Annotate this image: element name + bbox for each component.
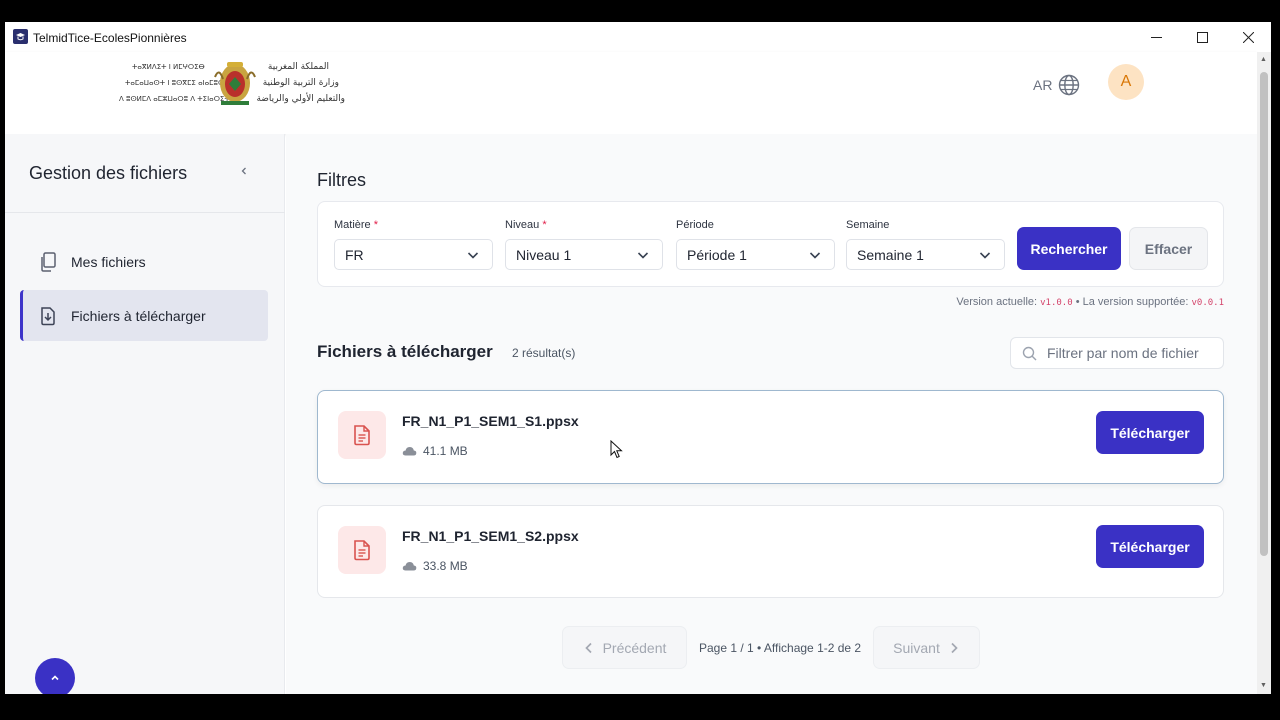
niveau-label: Niveau * <box>505 219 547 231</box>
file-filter-search[interactable] <box>1010 337 1224 369</box>
mouse-cursor-icon <box>610 440 623 459</box>
chevron-down-icon <box>979 252 991 259</box>
main-content: Filtres Matière * FR Niveau * Niveau 1 P… <box>286 134 1257 694</box>
chevron-up-icon <box>51 675 59 681</box>
previous-page-button[interactable]: Précédent <box>562 626 687 669</box>
app-header: ⵜⴰⴳⵍⴷⵉⵜ ⵏ ⵍⵎⵖⵔⵉⴱ ⵜⴰⵎⴰⵡⴰⵙⵜ ⵏ ⵓⵙⴳⵎⵉ ⴰⵏⴰⵎⵓⵔ… <box>5 52 1257 134</box>
close-icon <box>1242 31 1254 43</box>
results-count: 2 résultat(s) <box>512 346 576 360</box>
chevron-down-icon <box>637 252 649 259</box>
scroll-up-arrow-icon[interactable]: ▲ <box>1260 56 1267 63</box>
document-icon <box>338 411 386 459</box>
maximize-icon <box>1196 31 1208 43</box>
logo-tifinagh-line-3: ⴷ ⵓⵙⵍⵎⴷ ⴰⵎⵣⵡⴰⵔⵓ ⴷ ⵜⵉⵏⴰⵔⵉⵜ <box>119 95 230 103</box>
file-name: FR_N1_P1_SEM1_S1.ppsx <box>402 413 579 429</box>
scrollbar-thumb[interactable] <box>1260 72 1268 556</box>
periode-select[interactable]: Période 1 <box>676 239 835 270</box>
app-icon <box>13 29 28 44</box>
semaine-select[interactable]: Semaine 1 <box>846 239 1005 270</box>
file-card[interactable]: FR_N1_P1_SEM1_S1.ppsx 41.1 MB Télécharge… <box>317 390 1224 484</box>
file-size: 33.8 MB <box>402 559 468 573</box>
cloud-icon <box>402 446 417 456</box>
scroll-to-top-button[interactable] <box>35 658 75 694</box>
matiere-select[interactable]: FR <box>334 239 493 270</box>
matiere-label: Matière * <box>334 219 379 231</box>
chevron-down-icon <box>467 252 479 259</box>
periode-label: Période <box>676 219 714 231</box>
file-name: FR_N1_P1_SEM1_S2.ppsx <box>402 528 579 544</box>
supported-version: v0.0.1 <box>1191 298 1224 308</box>
chevron-down-icon <box>809 252 821 259</box>
app-window: TelmidTice-EcolesPionnières ⵜⴰⴳⵍⴷⵉⵜ ⵏ ⵍⵎ… <box>5 22 1271 694</box>
user-avatar[interactable]: A <box>1108 64 1144 100</box>
niveau-value: Niveau 1 <box>516 246 572 263</box>
download-button[interactable]: Télécharger <box>1096 525 1204 568</box>
sidebar-item-fichiers-a-telecharger[interactable]: Fichiers à télécharger <box>20 290 268 341</box>
filters-card: Matière * FR Niveau * Niveau 1 Période P… <box>317 201 1224 287</box>
chevron-right-icon <box>951 642 958 653</box>
file-size: 41.1 MB <box>402 444 468 458</box>
sidebar: Gestion des fichiers Mes fichiers Fichie… <box>5 134 285 694</box>
logo-tifinagh-line-1: ⵜⴰⴳⵍⴷⵉⵜ ⵏ ⵍⵎⵖⵔⵉⴱ <box>132 63 205 71</box>
window-title: TelmidTice-EcolesPionnières <box>33 31 187 45</box>
next-page-button[interactable]: Suivant <box>873 626 980 669</box>
maximize-button[interactable] <box>1179 22 1225 52</box>
chevron-left-icon <box>584 642 592 653</box>
globe-icon <box>1059 74 1080 96</box>
logo-arabic-line-1: المملكة المغربية <box>268 62 329 72</box>
files-heading: Fichiers à télécharger <box>317 342 493 361</box>
matiere-value: FR <box>345 246 364 263</box>
search-button[interactable]: Rechercher <box>1017 227 1121 270</box>
semaine-value: Semaine 1 <box>857 246 924 263</box>
title-bar: TelmidTice-EcolesPionnières <box>5 22 1271 52</box>
previous-page-label: Précédent <box>602 639 667 656</box>
chevron-left-icon <box>241 167 246 175</box>
sidebar-item-label: Fichiers à télécharger <box>71 307 206 324</box>
niveau-select[interactable]: Niveau 1 <box>505 239 663 270</box>
file-filter-input[interactable] <box>1047 345 1217 361</box>
periode-value: Période 1 <box>687 246 747 263</box>
logo-arabic-line-2: وزارة التربية الوطنية <box>263 78 339 88</box>
page-scrollbar[interactable]: ▲ ▼ <box>1257 52 1271 694</box>
file-download-icon <box>38 306 58 326</box>
ministry-logo[interactable]: ⵜⴰⴳⵍⴷⵉⵜ ⵏ ⵍⵎⵖⵔⵉⴱ ⵜⴰⵎⴰⵡⴰⵙⵜ ⵏ ⵓⵙⴳⵎⵉ ⴰⵏⴰⵎⵓⵔ… <box>117 57 347 109</box>
sidebar-item-label: Mes fichiers <box>71 253 146 270</box>
sidebar-divider <box>5 212 285 213</box>
files-icon <box>38 251 58 272</box>
logo-arabic-line-3: والتعليم الأولي والرياضة <box>256 92 345 104</box>
close-window-button[interactable] <box>1225 22 1271 52</box>
cloud-icon <box>402 561 417 571</box>
file-card[interactable]: FR_N1_P1_SEM1_S2.ppsx 33.8 MB Télécharge… <box>317 505 1224 598</box>
pagination-info: Page 1 / 1 • Affichage 1-2 de 2 <box>699 641 862 655</box>
language-switch[interactable]: AR <box>1033 74 1080 96</box>
version-info: Version actuelle: v1.0.0 • La version su… <box>956 296 1224 308</box>
sidebar-collapse-button[interactable] <box>239 164 249 182</box>
next-page-label: Suivant <box>893 639 940 656</box>
logo-tifinagh-line-2: ⵜⴰⵎⴰⵡⴰⵙⵜ ⵏ ⵓⵙⴳⵎⵉ ⴰⵏⴰⵎⵓⵔ <box>125 79 224 87</box>
download-button[interactable]: Télécharger <box>1096 411 1204 454</box>
scroll-down-arrow-icon[interactable]: ▼ <box>1260 682 1267 689</box>
search-icon <box>1022 346 1037 361</box>
document-icon <box>338 526 386 574</box>
sidebar-title: Gestion des fichiers <box>29 163 188 183</box>
sidebar-item-mes-fichiers[interactable]: Mes fichiers <box>20 236 268 287</box>
semaine-label: Semaine <box>846 219 890 231</box>
language-label: AR <box>1033 77 1053 93</box>
minimize-button[interactable] <box>1133 22 1179 52</box>
minimize-icon <box>1150 36 1162 38</box>
clear-button[interactable]: Effacer <box>1129 227 1208 270</box>
current-version: v1.0.0 <box>1040 298 1073 308</box>
filters-heading: Filtres <box>317 170 366 190</box>
